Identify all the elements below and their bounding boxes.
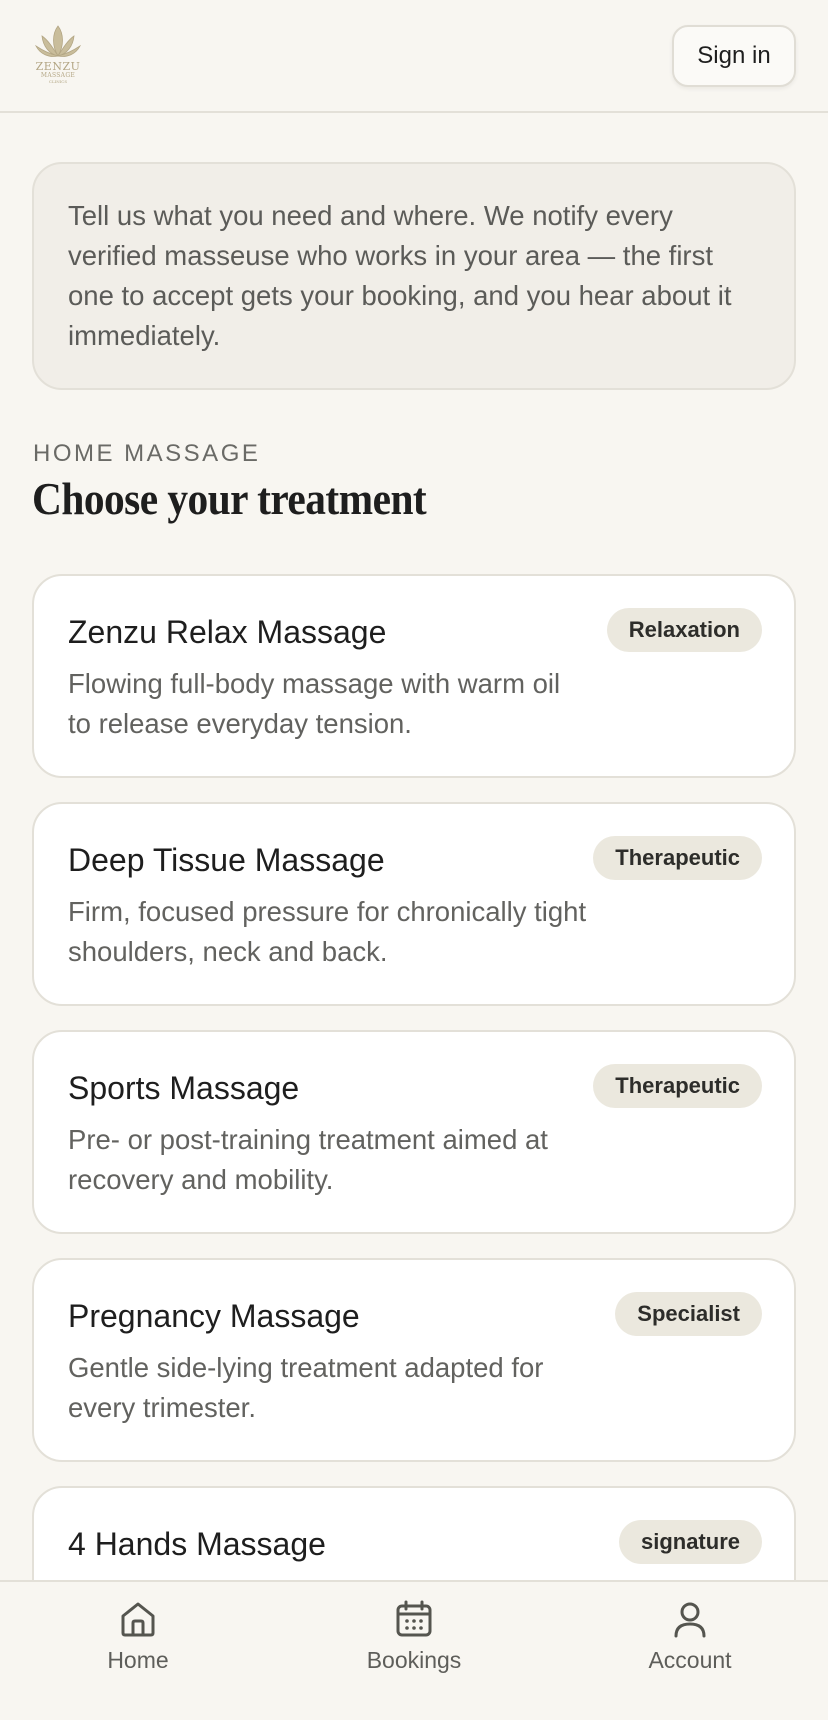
treatment-card-sports[interactable]: Sports Massage Therapeutic Pre- or post-… [32, 1030, 796, 1234]
logo-subtitle-2: CLINICS [48, 79, 68, 84]
calendar-icon [396, 1600, 432, 1637]
zenzu-logo[interactable]: ZENZU MASSAGE CLINICS [30, 24, 86, 86]
treatment-badge: Specialist [615, 1292, 762, 1336]
sign-in-button[interactable]: Sign in [672, 25, 796, 87]
treatment-title: Sports Massage [68, 1070, 300, 1106]
treatment-description: Flowing full-body massage with warm oil … [68, 668, 561, 739]
treatment-card-deep-tissue[interactable]: Deep Tissue Massage Therapeutic Firm, fo… [32, 802, 796, 1006]
intro-panel: Tell us what you need and where. We noti… [32, 162, 796, 390]
treatment-card-zenzu-relax[interactable]: Zenzu Relax Massage Relaxation Flowing f… [32, 574, 796, 778]
tab-bookings[interactable]: Bookings [276, 1582, 552, 1720]
intro-text: Tell us what you need and where. We noti… [68, 200, 732, 351]
treatment-card-pregnancy[interactable]: Pregnancy Massage Specialist Gentle side… [32, 1258, 796, 1462]
section-title: Choose your treatment [32, 473, 427, 524]
tab-home-label: Home [107, 1647, 169, 1673]
treatment-badge: Therapeutic [593, 836, 762, 880]
logo-wordmark: ZENZU [35, 60, 81, 73]
treatment-title: Deep Tissue Massage [68, 842, 385, 878]
lotus-icon [34, 25, 82, 57]
home-icon [121, 1602, 155, 1637]
treatment-description: Pre- or post-training treatment aimed at… [68, 1124, 548, 1195]
user-icon [674, 1602, 706, 1638]
bottom-tab-bar: Home Bookings Account [0, 1580, 828, 1720]
treatment-badge: Relaxation [606, 608, 762, 652]
section-eyebrow: HOME MASSAGE [33, 440, 261, 467]
treatment-title: Pregnancy Massage [68, 1298, 360, 1334]
treatment-badge: Therapeutic [593, 1064, 762, 1108]
tab-home[interactable]: Home [0, 1582, 276, 1720]
tab-bookings-label: Bookings [366, 1647, 462, 1673]
app-header: ZENZU MASSAGE CLINICS Sign in [0, 0, 828, 113]
logo-subtitle: MASSAGE [40, 72, 76, 79]
treatment-badge: signature [618, 1520, 762, 1564]
treatment-description: Gentle side-lying treatment adapted for … [68, 1352, 544, 1423]
tab-account-label: Account [648, 1647, 732, 1673]
treatment-title: Zenzu Relax Massage [68, 614, 387, 650]
tab-account[interactable]: Account [552, 1582, 828, 1720]
treatment-title: 4 Hands Massage [68, 1526, 326, 1562]
treatment-description: Firm, focused pressure for chronically t… [68, 896, 587, 967]
